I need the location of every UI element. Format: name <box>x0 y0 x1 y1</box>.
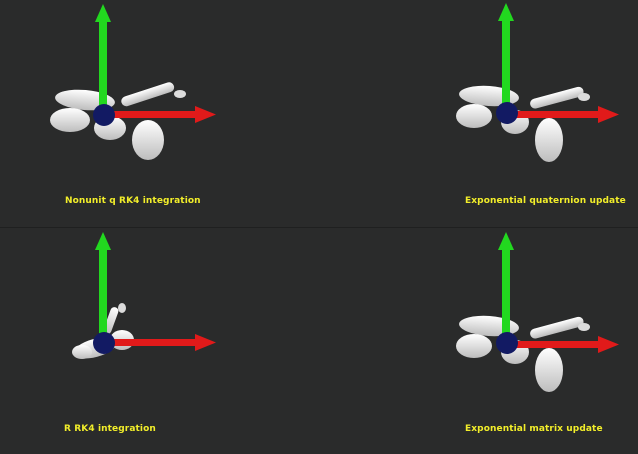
robot-model <box>456 85 590 162</box>
robot-model <box>456 315 590 392</box>
robot-model <box>50 82 186 160</box>
scene-3d <box>456 232 619 392</box>
viewport-exp-quaternion[interactable]: Exponential quaternion update <box>319 0 638 227</box>
panel-caption: Exponential matrix update <box>465 424 603 434</box>
panel-caption: Nonunit q RK4 integration <box>65 196 201 206</box>
scene-3d <box>50 4 216 160</box>
center-sphere <box>93 332 115 354</box>
scene-3d <box>72 232 216 359</box>
center-sphere <box>496 332 518 354</box>
viewer-grid: Nonunit q RK4 integration Exponential qu… <box>0 0 638 454</box>
viewport-exp-matrix[interactable]: Exponential matrix update <box>319 227 638 454</box>
panel-caption: Exponential quaternion update <box>465 196 626 206</box>
center-sphere <box>496 102 518 124</box>
viewport-nonunit-q-rk4[interactable]: Nonunit q RK4 integration <box>0 0 319 227</box>
center-sphere <box>93 104 115 126</box>
viewport-r-rk4[interactable]: R RK4 integration <box>0 227 319 454</box>
scene-3d <box>456 3 619 162</box>
panel-caption: R RK4 integration <box>64 424 156 434</box>
